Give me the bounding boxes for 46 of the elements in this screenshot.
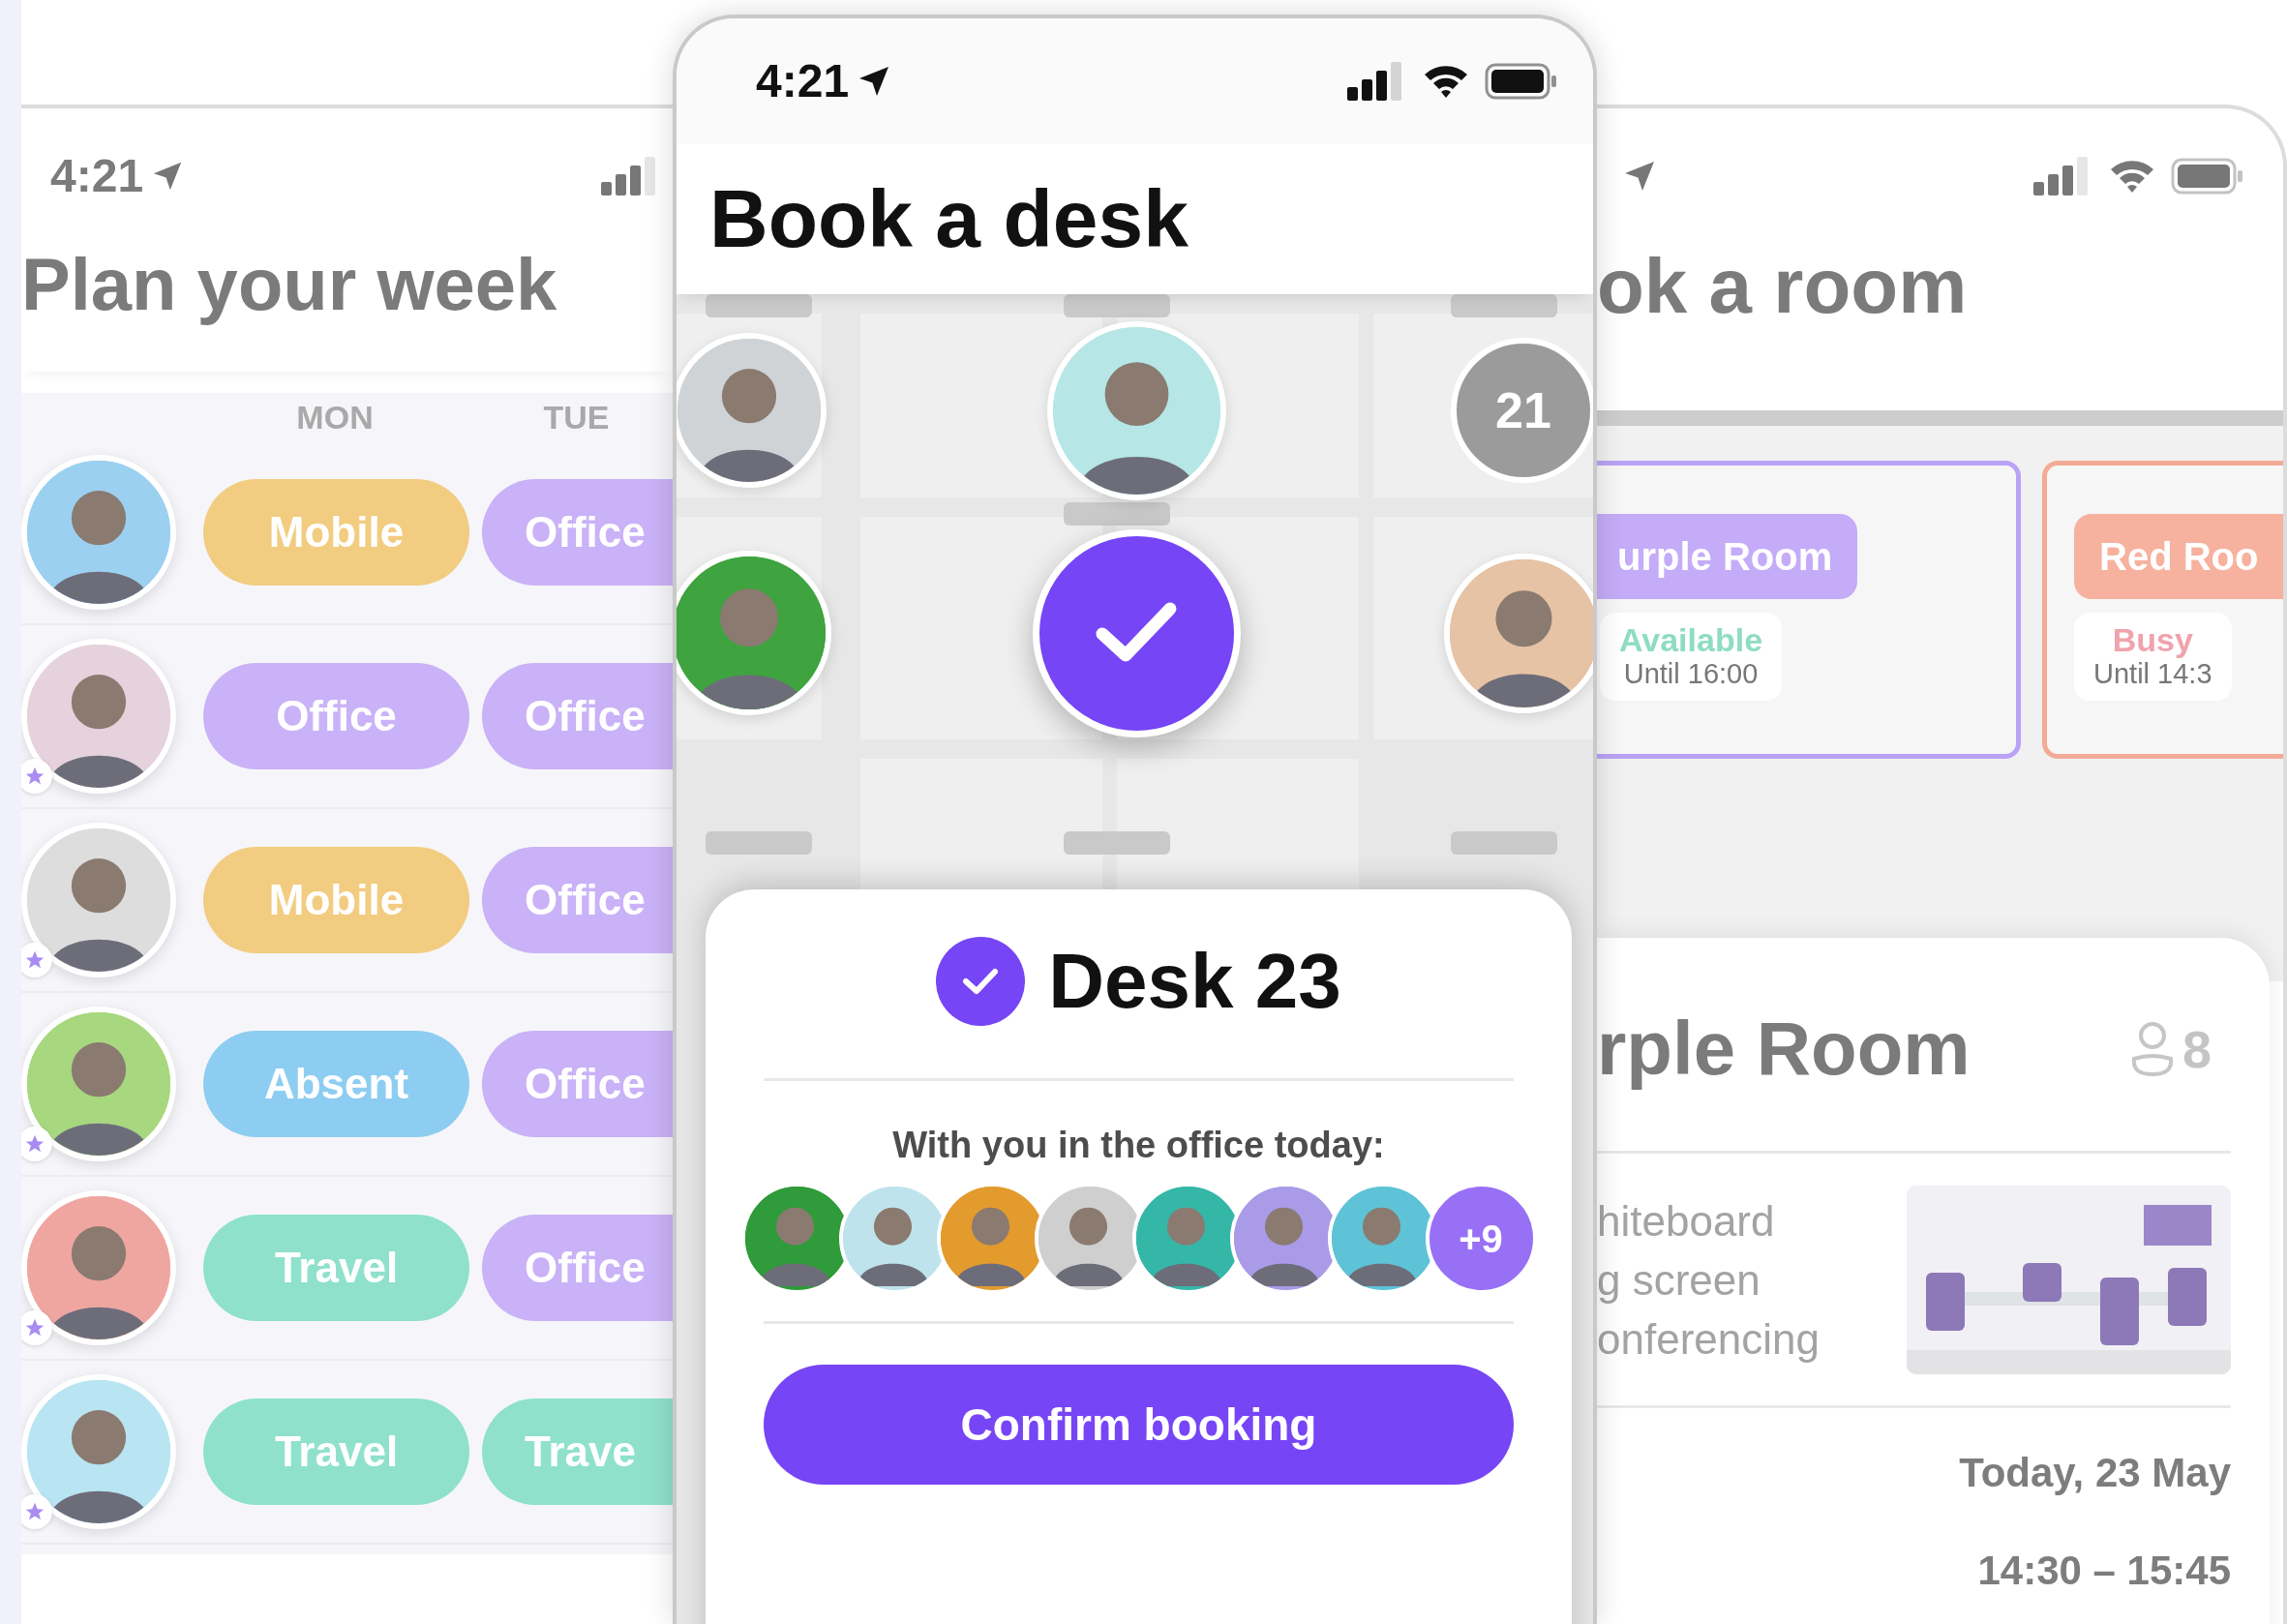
star-icon bbox=[24, 949, 45, 971]
screen-title: Plan your week bbox=[21, 244, 558, 325]
booking-date: Today, 23 May bbox=[1958, 1449, 2231, 1497]
booking-time: 14:30 – 15:45 bbox=[1976, 1547, 2231, 1595]
status-time: 4:21 bbox=[50, 149, 144, 203]
status-pill[interactable]: Mobile bbox=[203, 479, 469, 586]
status-pill[interactable]: Office bbox=[482, 1031, 673, 1137]
wifi-icon bbox=[1423, 63, 1469, 100]
status-pill[interactable]: Office bbox=[482, 847, 673, 953]
confirm-booking-button[interactable]: Confirm booking bbox=[764, 1365, 1514, 1485]
room-tag: Red Roo bbox=[2074, 514, 2283, 599]
screen-title: ok a room bbox=[1597, 244, 1969, 329]
day-label: TUE bbox=[542, 397, 611, 437]
status-pill[interactable]: Trave bbox=[482, 1398, 673, 1505]
room-until: Until 16:00 bbox=[1622, 658, 1760, 691]
status-pill[interactable]: Office bbox=[482, 1215, 673, 1321]
status-pill[interactable]: Absent bbox=[203, 1031, 469, 1137]
battery-icon bbox=[2171, 158, 2244, 195]
star-icon bbox=[24, 1317, 45, 1338]
room-status: Available bbox=[1619, 622, 1763, 659]
status-pill[interactable]: Travel bbox=[203, 1215, 469, 1321]
person-icon bbox=[2129, 1020, 2175, 1078]
status-pill[interactable]: Office bbox=[482, 479, 673, 586]
room-tag: urple Room bbox=[1597, 514, 1858, 599]
capacity-count: 8 bbox=[2182, 1018, 2212, 1080]
battery-icon bbox=[1485, 63, 1558, 100]
desk-title: Desk 23 bbox=[1048, 939, 1341, 1024]
status-pill[interactable]: Travel bbox=[203, 1398, 469, 1505]
feature-item: hiteboard bbox=[1597, 1195, 1776, 1247]
wifi-icon bbox=[2109, 158, 2155, 195]
room-until: Until 14:3 bbox=[2093, 658, 2212, 691]
colleagues-caption: With you in the office today: bbox=[891, 1124, 1386, 1167]
star-icon bbox=[24, 1501, 45, 1522]
day-label: MON bbox=[295, 397, 375, 437]
room-title: rple Room bbox=[1597, 1007, 1971, 1091]
status-pill[interactable]: Office bbox=[482, 663, 673, 769]
feature-item: onferencing bbox=[1597, 1313, 1820, 1365]
status-pill[interactable]: Mobile bbox=[203, 847, 469, 953]
feature-item: g screen bbox=[1597, 1254, 1761, 1306]
star-icon bbox=[24, 1133, 45, 1155]
room-status: Busy bbox=[2111, 622, 2194, 659]
star-icon bbox=[24, 766, 45, 787]
screen-title: Book a desk bbox=[709, 174, 1189, 264]
check-icon bbox=[961, 967, 1001, 996]
status-pill[interactable]: Office bbox=[203, 663, 469, 769]
status-time: 4:21 bbox=[756, 54, 850, 108]
